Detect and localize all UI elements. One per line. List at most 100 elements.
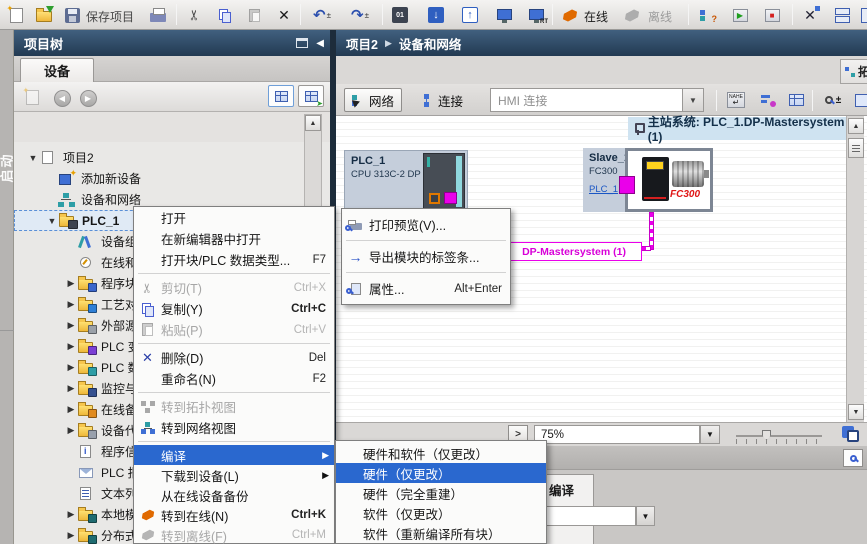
assigned-plc-link[interactable]: PLC_1 bbox=[589, 184, 618, 195]
submenu-item-hw-changes[interactable]: 硬件（仅更改） bbox=[336, 463, 546, 483]
go-online-button[interactable] bbox=[558, 4, 582, 26]
expander-icon[interactable]: ▶ bbox=[64, 383, 78, 394]
sort-view-button[interactable]: ➤ bbox=[298, 85, 324, 107]
menu-item-backup-online[interactable]: 从在线设备备份 bbox=[134, 485, 334, 505]
go-offline-label[interactable]: 离线 bbox=[648, 8, 672, 25]
menu-item-download[interactable]: 下载到设备(L)▶ bbox=[134, 465, 334, 485]
auto-collapse-icon[interactable] bbox=[296, 38, 308, 48]
menu-item-delete[interactable]: ✕删除(D)Del bbox=[134, 347, 334, 368]
expander-icon[interactable]: ▶ bbox=[64, 341, 78, 352]
expander-icon[interactable]: ▶ bbox=[64, 320, 78, 331]
compile-button[interactable]: 01 bbox=[388, 4, 412, 26]
master-system-banner[interactable]: 主站系统: PLC_1.DP-Mastersystem (1) bbox=[628, 117, 854, 140]
tree-item-project[interactable]: ▼ 项目2 bbox=[14, 147, 304, 168]
network-mode-button[interactable]: 网络 bbox=[344, 88, 402, 112]
menu-item-open-block[interactable]: 打开块/PLC 数据类型...F7 bbox=[134, 249, 334, 270]
split-vertical-button[interactable] bbox=[856, 4, 867, 26]
menu-item-paste[interactable]: 粘贴(P)Ctrl+V bbox=[134, 319, 334, 340]
menu-item-goto-network[interactable]: 转到网络视图 bbox=[134, 417, 334, 438]
go-offline-button[interactable] bbox=[620, 4, 644, 26]
zoom-level-combo[interactable]: 75% bbox=[534, 425, 700, 444]
start-simulation-button[interactable] bbox=[492, 4, 516, 26]
menu-item-open-new-editor[interactable]: 在新编辑器中打开 bbox=[134, 228, 334, 249]
plc1-station[interactable]: PLC_1 CPU 313C-2 DP bbox=[344, 150, 468, 212]
menu-item-compile[interactable]: 编译▶ bbox=[134, 445, 334, 465]
tab-topology-view[interactable]: 拓 bbox=[840, 59, 867, 84]
menu-item-print-preview[interactable]: 打印预览(V)... bbox=[342, 212, 510, 237]
expander-icon[interactable]: ▶ bbox=[64, 299, 78, 310]
scroll-up-icon[interactable]: ▲ bbox=[848, 118, 864, 134]
runtime-button[interactable]: RT bbox=[524, 4, 548, 26]
expander-icon[interactable]: ▶ bbox=[64, 530, 78, 541]
menu-item-cut[interactable]: ✂剪切(T)Ctrl+X bbox=[134, 277, 334, 298]
copy-button[interactable] bbox=[212, 4, 236, 26]
download-to-device-button[interactable]: ↓ bbox=[424, 4, 448, 26]
cut-button[interactable]: ✂ bbox=[182, 4, 206, 26]
paste-button[interactable] bbox=[242, 4, 266, 26]
add-item-button[interactable]: ✦ bbox=[20, 86, 44, 108]
zoom-dropdown-icon[interactable]: ▼ bbox=[700, 425, 720, 444]
tree-item-add-device[interactable]: ✦ 添加新设备 bbox=[14, 168, 304, 189]
print-button[interactable] bbox=[146, 4, 170, 26]
expander-icon[interactable]: ▼ bbox=[45, 216, 59, 226]
menu-item-goto-topology[interactable]: 转到拓扑视图 bbox=[134, 396, 334, 417]
mpi-port[interactable] bbox=[429, 193, 440, 204]
back-button[interactable]: ◀ bbox=[50, 87, 74, 109]
delete-button[interactable]: ✕ bbox=[272, 4, 296, 26]
breadcrumb-project[interactable]: 项目2 bbox=[346, 34, 378, 53]
menu-item-export-labels[interactable]: → 导出模块的标签条... bbox=[342, 244, 510, 269]
menu-item-go-online[interactable]: 转到在线(N)Ctrl+K bbox=[134, 505, 334, 525]
tab-devices[interactable]: 设备 bbox=[20, 58, 94, 82]
redo-button[interactable]: ↷± bbox=[344, 4, 376, 26]
subnet-label[interactable]: DP-Mastersystem (1) bbox=[506, 242, 642, 261]
save-project-label[interactable]: 保存项目 bbox=[86, 8, 134, 25]
zoom-button[interactable]: ± bbox=[818, 89, 848, 111]
menu-item-copy[interactable]: 复制(Y)Ctrl+C bbox=[134, 298, 334, 319]
save-project-button[interactable] bbox=[60, 4, 84, 26]
submenu-item-hw-rebuild[interactable]: 硬件（完全重建） bbox=[336, 483, 546, 503]
open-project-button[interactable] bbox=[32, 4, 56, 26]
relations-button[interactable]: NAHE↵ bbox=[724, 89, 748, 111]
expander-icon[interactable]: ▶ bbox=[64, 404, 78, 415]
forward-button[interactable]: ▶ bbox=[76, 87, 100, 109]
expander-icon[interactable]: ▼ bbox=[26, 153, 40, 163]
new-project-button[interactable]: ✦ bbox=[4, 4, 28, 26]
menu-item-properties[interactable]: 属性... Alt+Enter bbox=[342, 276, 510, 301]
save-layout-button[interactable] bbox=[850, 89, 867, 111]
upload-from-device-button[interactable]: ↑ bbox=[458, 4, 482, 26]
undo-button[interactable]: ↶± bbox=[306, 4, 338, 26]
expander-icon[interactable]: ▶ bbox=[64, 362, 78, 373]
portal-edge-strip[interactable]: 启动 bbox=[0, 30, 14, 544]
go-online-label[interactable]: 在线 bbox=[584, 8, 608, 25]
menu-item-go-offline[interactable]: 转到离线(F)Ctrl+M bbox=[134, 525, 334, 544]
fit-to-window-button[interactable] bbox=[840, 424, 860, 444]
connection-type-select[interactable]: HMI 连接 ▼ bbox=[490, 88, 704, 112]
scrollbar-grip-icon[interactable] bbox=[848, 138, 864, 158]
canvas-scrollbar[interactable]: ▲ ▼ bbox=[846, 116, 864, 422]
menu-item-rename[interactable]: 重命名(N)F2 bbox=[134, 368, 334, 389]
diagnostics-button[interactable]: ? bbox=[694, 4, 718, 26]
dp-network-line[interactable] bbox=[649, 212, 654, 250]
inspector-filter-select[interactable] bbox=[538, 506, 636, 526]
submenu-item-hw-sw-changes[interactable]: 硬件和软件（仅更改） bbox=[336, 443, 546, 463]
cross-reference-button[interactable]: ✕ bbox=[798, 4, 822, 26]
dropdown-arrow-icon[interactable]: ▼ bbox=[636, 506, 655, 526]
expander-icon[interactable]: ▶ bbox=[64, 509, 78, 520]
start-cpu-button[interactable]: ▶ bbox=[728, 4, 752, 26]
zoom-slider[interactable] bbox=[736, 435, 822, 437]
stop-cpu-button[interactable]: ■ bbox=[760, 4, 784, 26]
collapse-panel-icon[interactable]: ◀ bbox=[316, 38, 324, 49]
inspector-tool-button[interactable] bbox=[843, 449, 863, 467]
scroll-up-icon[interactable]: ▲ bbox=[305, 115, 321, 131]
dp-port[interactable] bbox=[444, 192, 457, 204]
dropdown-arrow-icon[interactable]: ▼ bbox=[682, 89, 703, 111]
connections-mode-button[interactable]: 连接 bbox=[416, 88, 470, 112]
scroll-down-icon[interactable]: ▼ bbox=[848, 404, 864, 420]
details-view-button[interactable] bbox=[268, 85, 294, 107]
show-addresses-button[interactable] bbox=[756, 89, 780, 111]
cpu-image[interactable] bbox=[423, 153, 465, 210]
expander-icon[interactable]: ▶ bbox=[64, 278, 78, 289]
submenu-item-sw-rebuild-all[interactable]: 软件（重新编译所有块） bbox=[336, 523, 546, 543]
split-horizontal-button[interactable] bbox=[830, 4, 854, 26]
dp-network-line[interactable] bbox=[641, 246, 651, 251]
